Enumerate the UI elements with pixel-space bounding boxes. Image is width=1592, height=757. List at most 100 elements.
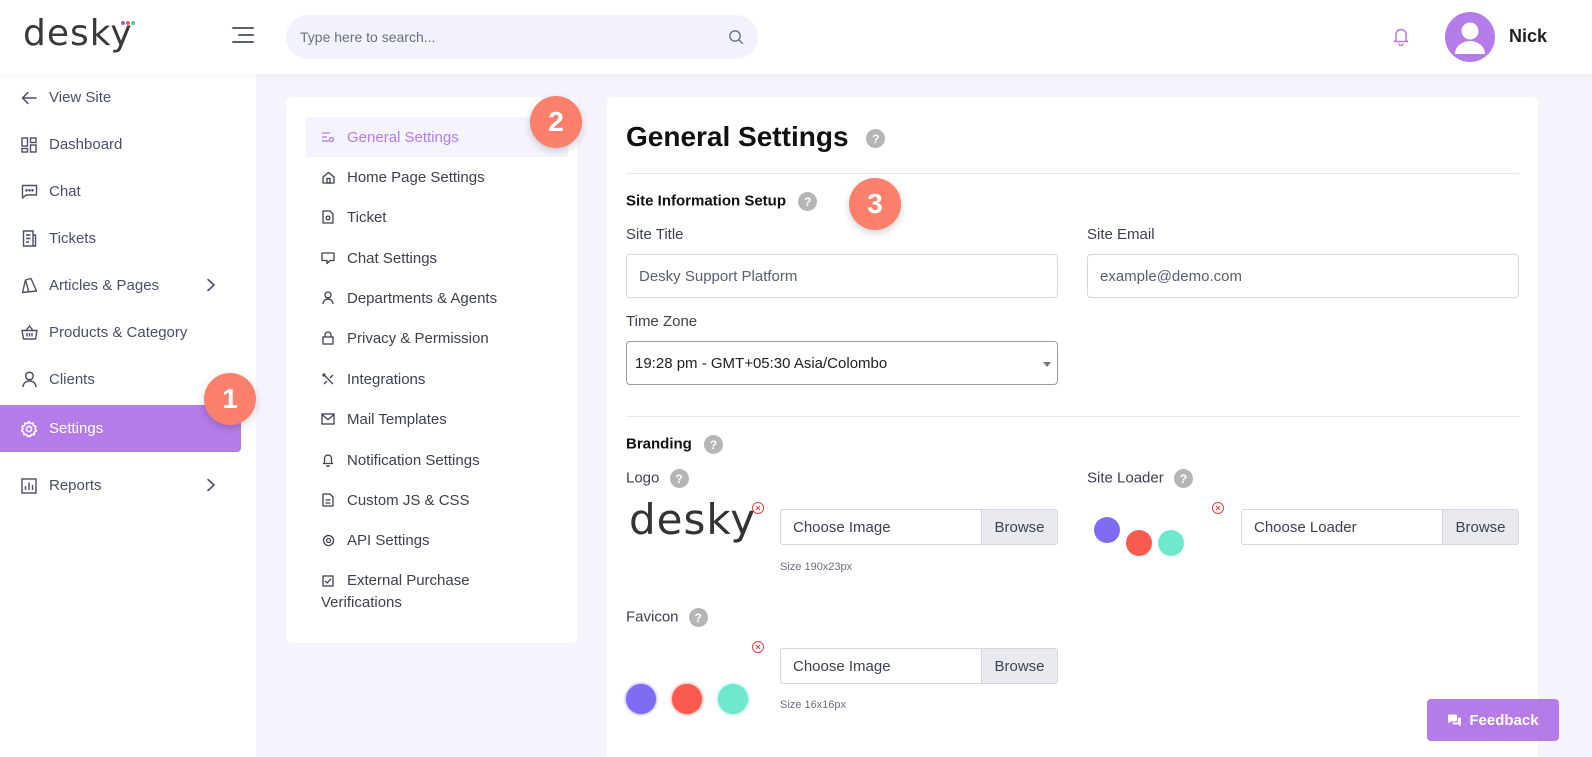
chat-icon [321,251,335,265]
user-avatar[interactable] [1445,12,1495,62]
settings-menu-privacy-permission[interactable]: Privacy & Permission [306,318,568,358]
tools-icon [321,372,335,386]
top-header: desky Nick [0,0,1592,74]
sidebar-item-label: Chat [49,183,81,200]
favicon-dot-red [672,684,702,714]
help-icon[interactable]: ? [669,469,689,488]
settings-menu-custom-js-css[interactable]: Custom JS & CSS [306,480,568,520]
settings-menu-notification[interactable]: Notification Settings [306,440,568,480]
settings-menu-chat[interactable]: Chat Settings [306,238,568,278]
sidebar-item-label: Articles & Pages [49,277,160,294]
settings-menu-general[interactable]: General Settings [306,117,568,157]
favicon-file-input[interactable]: Choose Image Browse [780,648,1058,684]
help-icon[interactable]: ? [688,608,708,627]
basket-icon [20,324,38,342]
sidebar-item-dashboard[interactable]: Dashboard [0,121,241,168]
menu-item-label: API Settings [347,531,430,549]
sidebar-item-articles-pages[interactable]: Articles & Pages [0,262,241,309]
logo-dots-icon [120,21,135,27]
sidebar-item-label: Settings [49,420,104,437]
menu-item-label: Mail Templates [347,410,447,428]
search-bar [286,15,758,59]
favicon-dot-teal [718,684,748,714]
menu-item-label: Custom JS & CSS [347,491,470,509]
remove-logo-icon[interactable]: × [752,502,764,514]
loader-file-input[interactable]: Choose Loader Browse [1241,509,1519,545]
menu-item-label: Integrations [347,370,426,388]
settings-menu-mail-templates[interactable]: Mail Templates [306,399,568,439]
loader-browse-button[interactable]: Browse [1442,509,1519,545]
loader-file-name: Choose Loader [1241,509,1442,545]
chevron-right-icon [207,478,216,492]
section-title-text: Site Information Setup [626,192,787,210]
sidebar-item-reports[interactable]: Reports [0,462,241,509]
user-name[interactable]: Nick [1509,26,1547,47]
sidebar-item-chat[interactable]: Chat [0,168,241,215]
site-email-label: Site Email [1087,226,1155,243]
feedback-button[interactable]: Feedback [1427,699,1559,741]
menu-item-label: General Settings [347,128,459,146]
loader-dot-purple [1094,517,1120,543]
notification-bell-icon[interactable] [1392,26,1410,46]
settings-menu-ticket[interactable]: Ticket [306,197,568,237]
settings-menu-home-page[interactable]: Home Page Settings [306,157,568,197]
tickets-icon [20,230,38,248]
sidebar-item-label: View Site [49,89,112,106]
settings-menu-external-purchase[interactable]: External Purchase Verifications [306,570,516,618]
help-icon[interactable]: ? [1173,469,1193,488]
logo-label: Logo ? [626,469,689,488]
page-title: General Settings ? [626,121,886,153]
help-icon[interactable]: ? [704,435,724,454]
logo-label-text: Logo [626,469,660,487]
remove-favicon-icon[interactable]: × [752,641,764,653]
loader-dot-red [1126,530,1152,556]
sidebar-item-tickets[interactable]: Tickets [0,215,241,262]
menu-toggle-icon[interactable] [232,25,254,45]
logo-preview: desky [629,495,756,544]
logo-file-input[interactable]: Choose Image Browse [780,509,1058,545]
search-icon[interactable] [728,29,744,45]
site-title-input[interactable] [626,254,1058,298]
timezone-selected-value: 19:28 pm - GMT+05:30 Asia/Colombo [635,354,888,372]
lock-icon [321,331,335,345]
callout-badge-3: 3 [849,178,901,230]
logo-size-hint: Size 190x23px [780,561,853,573]
settings-menu-integrations[interactable]: Integrations [306,359,568,399]
bell-icon [321,453,335,467]
feedback-label: Feedback [1469,711,1539,729]
sidebar-item-label: Tickets [49,230,96,247]
gear-icon [20,420,38,438]
favicon-label-text: Favicon [626,608,679,626]
settings-menu-api[interactable]: API Settings [306,520,568,560]
mail-icon [321,412,335,426]
articles-icon [20,277,38,295]
search-input[interactable] [300,15,720,59]
site-email-input[interactable] [1087,254,1519,298]
divider [626,173,1519,174]
sidebar-item-products-category[interactable]: Products & Category [0,309,241,356]
help-icon[interactable]: ? [866,129,886,149]
home-icon [321,170,335,184]
settings-menu-departments-agents[interactable]: Departments & Agents [306,278,568,318]
logo-browse-button[interactable]: Browse [981,509,1058,545]
logo-preview-text: desky [629,495,757,544]
logo-text: desky [23,13,133,54]
sidebar-item-settings[interactable]: Settings [0,405,241,452]
favicon-label: Favicon ? [626,608,708,627]
file-icon [321,493,335,507]
reports-icon [20,477,38,495]
app-logo[interactable]: desky [23,13,135,54]
site-info-section-title: Site Information Setup ? [626,192,818,211]
sidebar-item-view-site[interactable]: View Site [0,74,241,121]
user-icon [321,291,335,305]
dashboard-icon [20,136,38,154]
menu-item-label: Notification Settings [347,451,480,469]
remove-loader-icon[interactable]: × [1212,502,1224,514]
favicon-dot-purple [626,684,656,714]
user-icon [20,371,38,389]
avatar-person-icon [1455,22,1485,54]
favicon-browse-button[interactable]: Browse [981,648,1058,684]
timezone-select[interactable]: 19:28 pm - GMT+05:30 Asia/Colombo [626,341,1058,385]
sidebar-item-label: Products & Category [49,324,188,341]
help-icon[interactable]: ? [798,192,818,211]
